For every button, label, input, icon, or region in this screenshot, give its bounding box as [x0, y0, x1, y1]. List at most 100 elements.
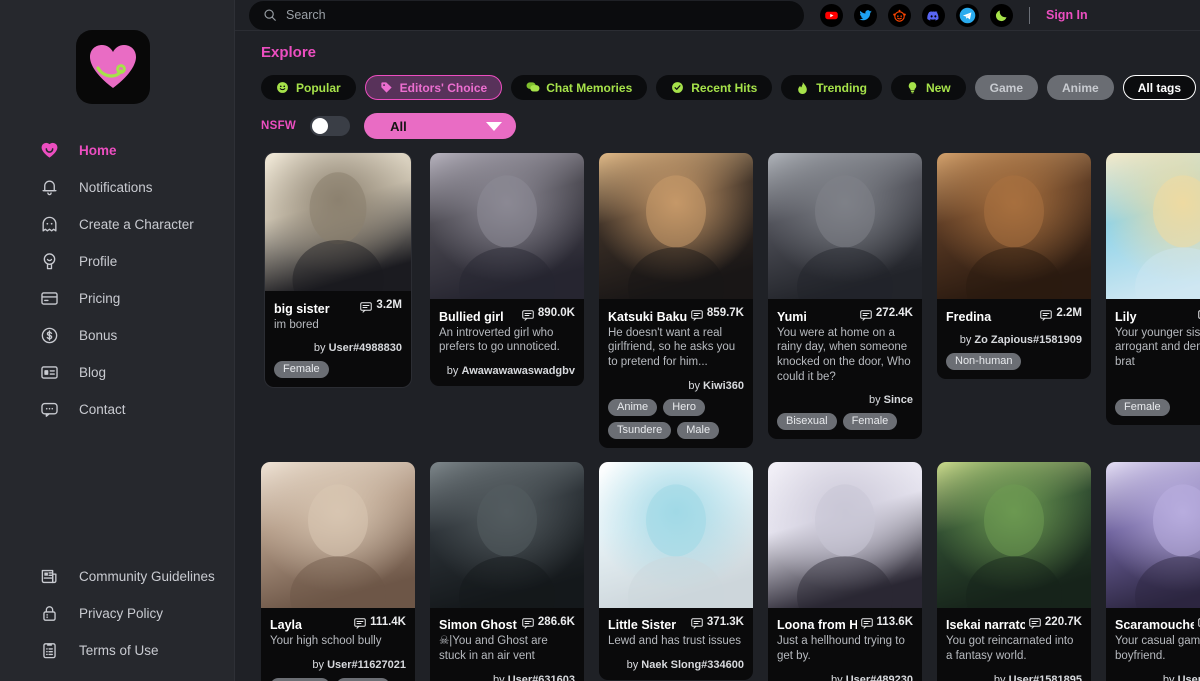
character-card[interactable]: Layla 111.4K Your high school bully by User…: [261, 461, 415, 681]
heart-logo[interactable]: [76, 30, 150, 104]
character-author[interactable]: by Zo Zapious#1581909: [946, 334, 1082, 346]
chip-recent-hits[interactable]: Recent Hits: [656, 75, 773, 100]
message-count: 3.2M: [360, 299, 402, 313]
character-tag[interactable]: Anime: [608, 398, 658, 416]
character-author[interactable]: by User#11627021: [270, 659, 406, 671]
sign-in-button[interactable]: Sign In: [1046, 8, 1088, 22]
character-description: An introverted girl who prefers to go un…: [439, 326, 560, 354]
youtube-icon[interactable]: [820, 3, 843, 27]
character-tag[interactable]: Female: [842, 413, 898, 431]
sidebar-item-home[interactable]: Home: [0, 132, 234, 169]
character-author[interactable]: by User#2393447: [1115, 674, 1200, 681]
card-header-row: Scaramouche B243.8K: [1115, 616, 1200, 632]
character-author[interactable]: by Since: [777, 394, 913, 406]
sidebar-item-privacy-policy[interactable]: Privacy Policy: [0, 595, 234, 632]
chip-chat-memories[interactable]: Chat Memories: [511, 75, 648, 100]
explore-content: Explore Popular Editors' Choice Chat Mem…: [235, 31, 1200, 681]
character-thumbnail: [430, 461, 584, 608]
dollar-coin-icon: [40, 326, 59, 345]
character-description: im bored: [274, 318, 319, 331]
character-card[interactable]: Katsuki Bakugo 859.7K He doesn't want a re…: [599, 153, 753, 448]
chip-trending[interactable]: Trending: [781, 75, 882, 100]
sidebar-item-bonus[interactable]: Bonus: [0, 317, 234, 354]
character-card[interactable]: Loona from Hell 113.6K Just a hellhound tr…: [768, 461, 922, 681]
twitter-icon[interactable]: [854, 3, 877, 27]
message-icon: [860, 308, 872, 321]
character-description: Your high school bully: [270, 635, 382, 648]
character-tag[interactable]: Tsundere: [608, 421, 672, 439]
chip-all-tags[interactable]: All tags: [1122, 75, 1197, 100]
card-body: Scaramouche B243.8K Your casual gamer boy…: [1106, 608, 1200, 681]
message-count-value: 859.7K: [706, 307, 744, 319]
character-card[interactable]: Little Sister 371.3K Lewd and has trust is…: [599, 461, 753, 680]
character-card[interactable]: Fredina 2.2M by Zo Zapious#1581909 Non-huma…: [937, 153, 1091, 379]
chip-new[interactable]: New: [890, 75, 966, 100]
character-card[interactable]: Simon Ghost Ri 286.6K ☠|You and Ghost are …: [430, 461, 584, 681]
character-author[interactable]: by User#631603: [439, 674, 575, 681]
character-description: Lewd and has trust issues: [608, 635, 741, 648]
message-count-value: 286.6K: [537, 615, 575, 628]
sidebar-item-label: Profile: [79, 254, 118, 269]
sidebar-item-community-guidelines[interactable]: Community Guidelines: [0, 558, 234, 595]
character-card[interactable]: Lily228.2K Your younger sister, an arroga…: [1106, 153, 1200, 425]
social-links: [820, 3, 1013, 27]
blog-icon: [40, 363, 59, 382]
character-name: Loona from Hell: [777, 618, 857, 633]
character-author[interactable]: by User#489230: [777, 674, 913, 681]
lock-icon: [40, 604, 59, 623]
character-author[interactable]: by User#1581895: [946, 674, 1082, 681]
message-count-value: 371.3K: [706, 615, 744, 628]
character-tag[interactable]: Non-human: [946, 352, 1022, 370]
sidebar-item-terms-of-use[interactable]: Terms of Use: [0, 632, 234, 669]
discord-icon[interactable]: [922, 3, 945, 27]
chip-popular[interactable]: Popular: [261, 75, 356, 100]
message-icon: [1029, 616, 1041, 629]
character-author[interactable]: by Since: [1115, 380, 1200, 392]
character-description: Just a hellhound trying to get by.: [777, 635, 905, 662]
character-tags: Bisexual Female: [777, 413, 913, 431]
character-card[interactable]: Bullied girl 890.0K An introverted girl wh…: [430, 153, 584, 386]
chip-anime[interactable]: Anime: [1047, 75, 1114, 100]
search-input[interactable]: Search: [249, 0, 804, 30]
character-author[interactable]: by User#4988830: [274, 342, 402, 354]
nsfw-toggle[interactable]: [310, 116, 351, 136]
card-body: Little Sister 371.3K Lewd and has trust is…: [599, 608, 753, 680]
category-select-value: All: [390, 118, 407, 134]
character-name: Yumi: [777, 309, 807, 324]
character-author[interactable]: by Kiwi360: [608, 380, 744, 392]
character-tag[interactable]: Bisexual: [777, 413, 837, 431]
moon-theme-icon[interactable]: [990, 3, 1013, 27]
character-card[interactable]: Scaramouche B243.8K Your casual gamer boy…: [1106, 461, 1200, 681]
sidebar-item-profile[interactable]: Profile: [0, 243, 234, 280]
sidebar-item-create-a-character[interactable]: Create a Character: [0, 206, 234, 243]
sidebar-item-blog[interactable]: Blog: [0, 354, 234, 391]
chip-editors-choice[interactable]: Editors' Choice: [364, 75, 503, 100]
chip-label: Game: [989, 80, 1023, 95]
smiley-icon: [276, 81, 289, 94]
telegram-icon[interactable]: [956, 3, 979, 27]
character-tag[interactable]: Male: [677, 421, 720, 439]
ghost-icon: [40, 215, 59, 234]
character-thumbnail: [937, 461, 1091, 608]
card-header-row: Little Sister 371.3K: [608, 616, 744, 633]
character-tag[interactable]: Hero: [663, 398, 706, 416]
filter-chip-row: Popular Editors' Choice Chat Memories Re…: [261, 75, 1200, 100]
sidebar-item-notifications[interactable]: Notifications: [0, 169, 234, 206]
chip-game[interactable]: Game: [974, 75, 1038, 100]
character-tags: Female: [1115, 398, 1200, 416]
card-icon: [40, 289, 59, 308]
sidebar-item-contact[interactable]: Contact: [0, 391, 234, 428]
character-author[interactable]: by Awawawawaswadgbv: [439, 365, 575, 377]
character-card[interactable]: big sister 3.2M im bored by User#4988830 Fem…: [265, 153, 411, 388]
card-header-row: Katsuki Bakugo 859.7K: [608, 307, 744, 324]
character-tag[interactable]: Female: [1115, 398, 1170, 416]
character-tag[interactable]: Female: [274, 361, 329, 379]
character-card[interactable]: Yumi 272.4K You were at home on a rainy da…: [768, 153, 922, 440]
category-select[interactable]: All: [364, 113, 517, 139]
character-tags: Female: [274, 361, 402, 379]
reddit-icon[interactable]: [888, 3, 911, 27]
character-description: ☠|You and Ghost are stuck in an air vent: [439, 635, 548, 662]
character-card[interactable]: Isekai narrator 220.7K You got reincarnate…: [937, 461, 1091, 681]
sidebar-item-pricing[interactable]: Pricing: [0, 280, 234, 317]
character-author[interactable]: by Naek Slong#334600: [608, 659, 744, 671]
